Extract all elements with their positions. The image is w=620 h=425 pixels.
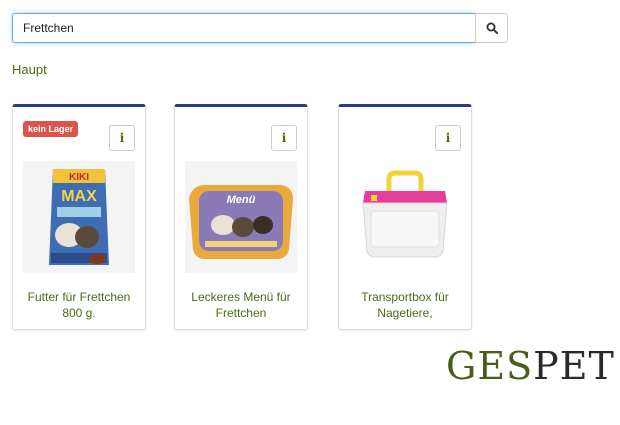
logo-part-pet: PET [533,344,615,388]
info-icon: i [445,131,451,145]
product-title[interactable]: Futter für Frettchen 800 g. [17,289,141,321]
search-input[interactable] [12,13,476,43]
product-card[interactable]: i Transportbox für Nagetiere, [338,104,472,330]
product-title[interactable]: Leckeres Menü für Frettchen [179,289,303,321]
product-card[interactable]: i Menü Leckeres Menü für Frettchen [174,104,308,330]
product-image-ferret-food-bag: KIKI MAX [23,161,135,273]
pkg-tray-text: Menü [227,194,256,206]
info-button[interactable]: i [435,125,461,151]
search-icon [486,22,498,34]
pkg-brand-text: KIKI [69,172,89,183]
logo-part-ges: GES [446,344,534,388]
product-image-ferret-menu-tray: Menü [185,161,297,273]
pkg-line-text: MAX [61,188,97,205]
product-card[interactable]: kein Lager i KIKI MAX Futter für Frettch… [12,104,146,330]
info-button[interactable]: i [109,125,135,151]
info-icon: i [119,131,125,145]
search-button[interactable] [475,13,508,43]
gespet-logo: GESPET [446,344,615,388]
info-icon: i [281,131,287,145]
product-title[interactable]: Transportbox für Nagetiere, [343,289,467,321]
info-button[interactable]: i [271,125,297,151]
product-image-transport-box [349,161,461,273]
breadcrumb-haupt[interactable]: Haupt [12,62,47,77]
out-of-stock-badge: kein Lager [23,121,79,137]
